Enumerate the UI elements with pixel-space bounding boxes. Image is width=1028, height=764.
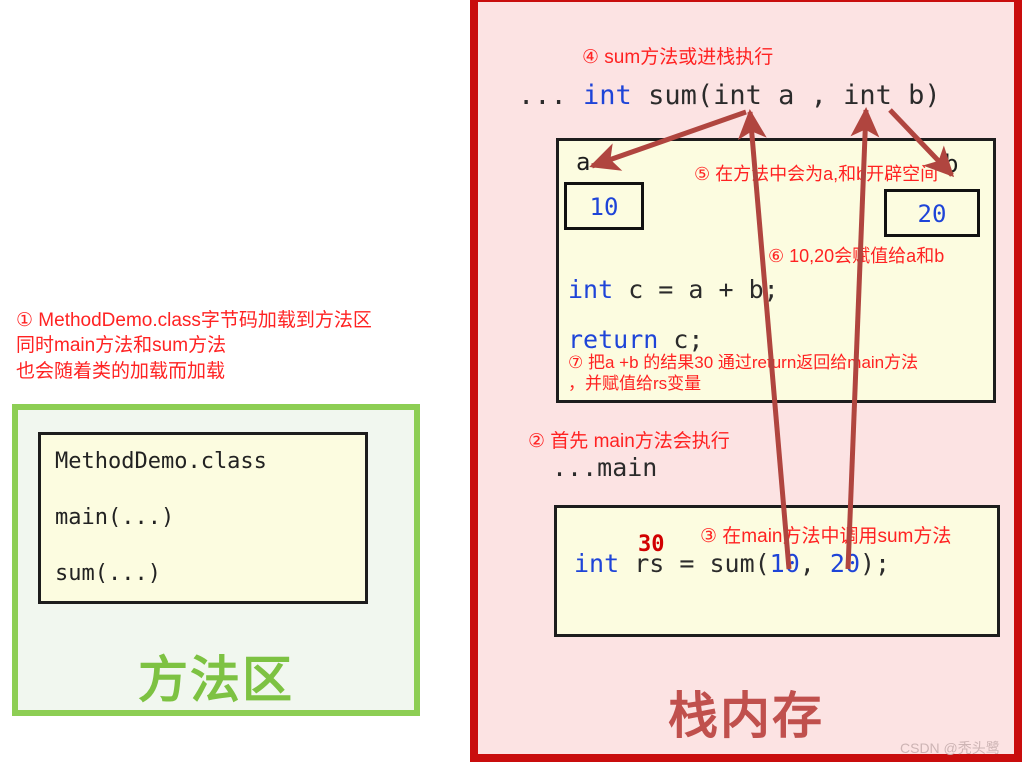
main-call-end: ); (860, 549, 891, 578)
main-method-line: main(...) (55, 505, 175, 530)
sum-signature-dots: ... (518, 80, 584, 111)
sum-signature-rest: sum(int a , int b) (631, 80, 941, 111)
main-call-line: int rs = sum(10, 20); (574, 549, 890, 578)
sum-line-return: return c; (568, 325, 703, 354)
sum-signature-line: ... int sum(int a , int b) (518, 80, 941, 111)
variable-b-value: 20 (917, 200, 947, 228)
main-call-arg2: 20 (829, 549, 860, 578)
class-name-line: MethodDemo.class (55, 449, 267, 474)
method-area-note: ① MethodDemo.class字节码加载到方法区 同时main方法和sum… (16, 310, 372, 382)
class-file-box: MethodDemo.class main(...) sum(...) (38, 432, 368, 604)
sum-line-return-keyword: return (568, 325, 659, 354)
annotation-7: ⑦ 把a +b 的结果30 通过return返回给main方法 ，并赋值给rs变… (568, 353, 919, 394)
variable-a-label: a (576, 148, 591, 176)
sum-signature-keyword: int (583, 80, 632, 111)
main-call-sep: , (799, 549, 830, 578)
sum-line-return-rest: c; (658, 325, 704, 354)
annotation-6: ⑥ 10,20会赋值给a和b (768, 246, 945, 266)
annotation-4: ④ sum方法或进栈执行 (582, 47, 774, 68)
variable-b-label: b (944, 150, 959, 178)
variable-a-value: 10 (589, 193, 619, 221)
sum-line-c: int c = a + b; (568, 275, 779, 304)
annotation-5: ⑤ 在方法中会为a,和b开辟空间 (694, 164, 939, 184)
annotation-3: ③ 在main方法中调用sum方法 (700, 526, 952, 547)
sum-line-c-rest: c = a + b; (613, 275, 779, 304)
main-call-arg1: 10 (769, 549, 800, 578)
main-frame-header: ...main (552, 453, 658, 482)
variable-b-box: 20 (884, 189, 980, 237)
sum-method-line: sum(...) (55, 561, 161, 586)
method-area-label: 方法区 (138, 652, 294, 708)
csdn-watermark: CSDN @秃头鹭 (900, 740, 1000, 756)
annotation-2: ② 首先 main方法会执行 (528, 431, 730, 452)
sum-line-c-keyword: int (568, 275, 614, 304)
main-call-mid: rs = sum( (619, 549, 770, 578)
variable-a-box: 10 (564, 182, 644, 230)
main-call-keyword: int (574, 549, 620, 578)
